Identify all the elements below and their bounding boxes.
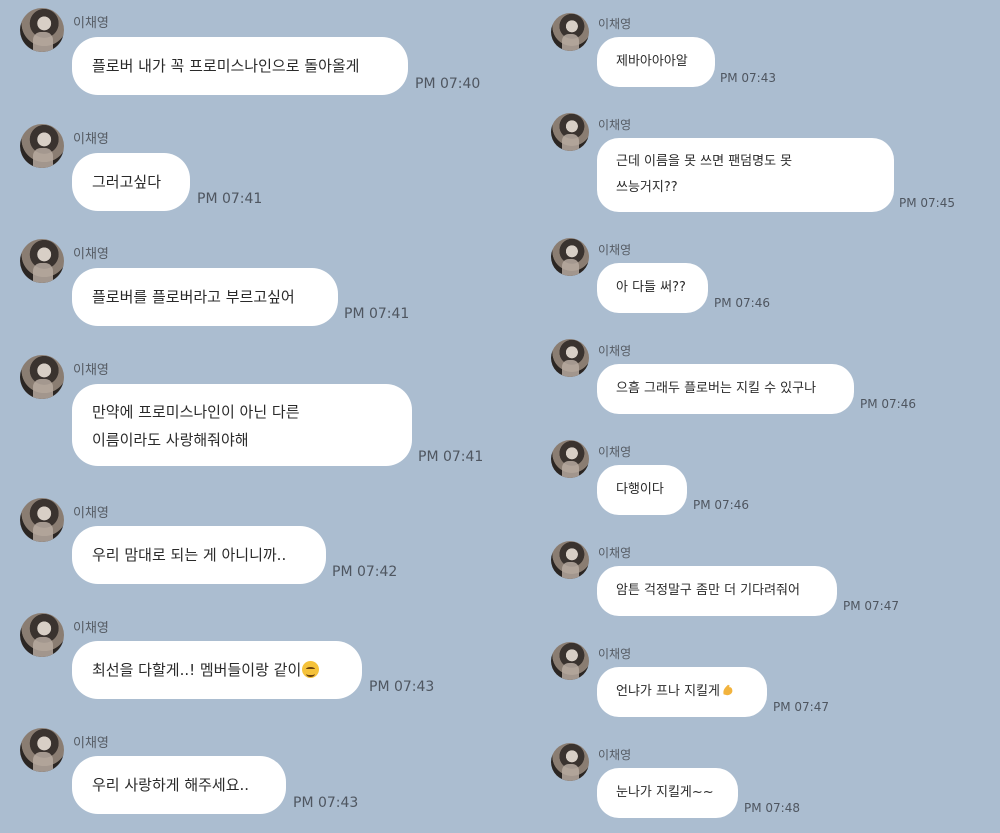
message-time: PM 07:46 <box>693 498 749 512</box>
message-text-line: 쓰능거지?? <box>616 180 678 195</box>
message-bubble[interactable]: 만약에 프로미스나인이 아닌 다른 이름이라도 사랑해줘야해 <box>72 384 412 466</box>
avatar[interactable] <box>20 355 64 399</box>
message-time: PM 07:42 <box>332 564 398 580</box>
message-bubble[interactable]: 제바아아아알 <box>597 37 715 87</box>
message-bubble[interactable]: 최선을 다할게..! 멤버들이랑 같이 <box>72 641 362 699</box>
message-text-line: 만약에 프로미스나인이 아닌 다른 <box>92 403 300 421</box>
message-bubble[interactable]: 눈나가 지킬게~~ <box>597 768 738 818</box>
avatar[interactable] <box>551 13 589 51</box>
message-text: 최선을 다할게..! 멤버들이랑 같이 <box>92 661 302 679</box>
message-text: 제바아아아알 <box>616 54 688 69</box>
sender-name: 이채영 <box>598 445 632 459</box>
avatar[interactable] <box>20 613 64 657</box>
message-time: PM 07:41 <box>418 449 484 465</box>
avatar[interactable] <box>20 498 64 542</box>
avatar[interactable] <box>551 440 589 478</box>
avatar[interactable] <box>551 541 589 579</box>
avatar[interactable] <box>551 642 589 680</box>
message-bubble[interactable]: 암튼 걱정말구 좀만 더 기다려줘어 <box>597 566 837 616</box>
message-bubble[interactable]: 아 다들 써?? <box>597 263 708 313</box>
message-text: 눈나가 지킬게~~ <box>616 785 714 800</box>
message-time: PM 07:47 <box>773 700 829 714</box>
sender-name: 이채영 <box>598 546 632 560</box>
sender-name: 이채영 <box>598 647 632 661</box>
message-time: PM 07:40 <box>415 76 481 92</box>
message-bubble[interactable]: 그러고싶다 <box>72 153 190 211</box>
message-time: PM 07:41 <box>344 306 410 322</box>
avatar[interactable] <box>551 238 589 276</box>
chat-column-left: 이채영 플로버 내가 꼭 프로미스나인으로 돌아올게 PM 07:40 이채영 … <box>0 0 500 833</box>
flexed-biceps-emoji <box>723 684 733 696</box>
sender-name: 이채영 <box>598 344 632 358</box>
sender-name: 이채영 <box>73 621 109 636</box>
sender-name: 이채영 <box>598 243 632 257</box>
message-time: PM 07:43 <box>369 679 435 695</box>
message-text: 그러고싶다 <box>92 173 162 191</box>
message-text-line: 근데 이름을 못 쓰면 팬덤명도 못 <box>616 154 793 169</box>
message-bubble[interactable]: 근데 이름을 못 쓰면 팬덤명도 못 쓰능거지?? <box>597 138 894 212</box>
sender-name: 이채영 <box>73 506 109 521</box>
sender-name: 이채영 <box>73 247 109 262</box>
message-text: 우리 맘대로 되는 게 아니니까.. <box>92 546 287 564</box>
message-bubble[interactable]: 으흠 그래두 플로버는 지킬 수 있구나 <box>597 364 854 414</box>
sender-name: 이채영 <box>598 118 632 132</box>
message-time: PM 07:43 <box>293 795 359 811</box>
message-time: PM 07:45 <box>899 196 955 210</box>
avatar[interactable] <box>20 124 64 168</box>
message-text-line: 이름이라도 사랑해줘야해 <box>92 431 249 449</box>
message-time: PM 07:46 <box>714 296 770 310</box>
message-bubble[interactable]: 플로버 내가 꼭 프로미스나인으로 돌아올게 <box>72 37 408 95</box>
avatar[interactable] <box>551 743 589 781</box>
avatar[interactable] <box>20 239 64 283</box>
message-text: 암튼 걱정말구 좀만 더 기다려줘어 <box>616 583 800 598</box>
message-text: 언냐가 프나 지킬게 <box>616 684 720 699</box>
sender-name: 이채영 <box>598 748 632 762</box>
message-text: 플로버를 플로버라고 부르고싶어 <box>92 288 295 306</box>
message-bubble[interactable]: 다행이다 <box>597 465 687 515</box>
message-text: 으흠 그래두 플로버는 지킬 수 있구나 <box>616 381 817 396</box>
message-time: PM 07:48 <box>744 801 800 815</box>
message-time: PM 07:47 <box>843 599 899 613</box>
message-text: 다행이다 <box>616 482 664 497</box>
sender-name: 이채영 <box>73 363 109 378</box>
message-bubble[interactable]: 언냐가 프나 지킬게 <box>597 667 767 717</box>
message-time: PM 07:46 <box>860 397 916 411</box>
smiling-face-emoji <box>302 661 320 678</box>
sender-name: 이채영 <box>73 132 109 147</box>
avatar[interactable] <box>551 113 589 151</box>
message-bubble[interactable]: 플로버를 플로버라고 부르고싶어 <box>72 268 338 326</box>
message-text: 플로버 내가 꼭 프로미스나인으로 돌아올게 <box>92 57 360 75</box>
avatar[interactable] <box>551 339 589 377</box>
message-bubble[interactable]: 우리 사랑하게 해주세요.. <box>72 756 286 814</box>
avatar[interactable] <box>20 8 64 52</box>
message-time: PM 07:41 <box>197 191 263 207</box>
message-time: PM 07:43 <box>720 71 776 85</box>
avatar[interactable] <box>20 728 64 772</box>
message-text: 우리 사랑하게 해주세요.. <box>92 776 250 794</box>
chat-column-right: 이채영 제바아아아알 PM 07:43 이채영 근데 이름을 못 쓰면 팬덤명도… <box>500 0 1000 833</box>
sender-name: 이채영 <box>73 736 109 751</box>
sender-name: 이채영 <box>598 17 632 31</box>
message-bubble[interactable]: 우리 맘대로 되는 게 아니니까.. <box>72 526 326 584</box>
sender-name: 이채영 <box>73 16 109 31</box>
message-text: 아 다들 써?? <box>616 280 686 295</box>
